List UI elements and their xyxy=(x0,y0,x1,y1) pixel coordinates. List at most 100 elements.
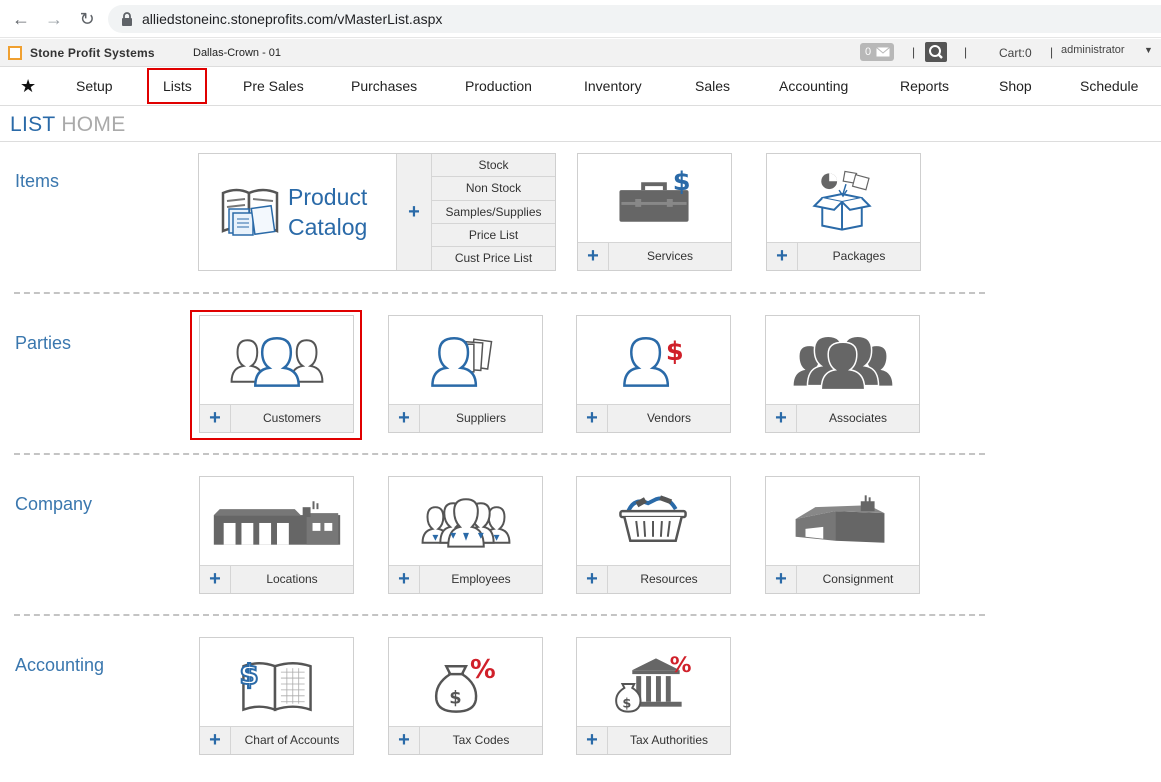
add-vendor-button[interactable]: + xyxy=(577,405,608,432)
forward-icon[interactable]: → xyxy=(43,8,65,30)
locations-label: Locations xyxy=(266,572,318,586)
tile-footer: + Resources xyxy=(577,565,730,593)
tile-footer: + Employees xyxy=(389,565,542,593)
cart-link[interactable]: Cart:0 xyxy=(999,46,1032,60)
add-supplier-button[interactable]: + xyxy=(389,405,420,432)
catalog-link-price-list[interactable]: Price List xyxy=(432,223,555,248)
catalog-link-samples-supplies[interactable]: Samples/Supplies xyxy=(432,200,555,224)
reload-icon[interactable]: ↻ xyxy=(76,8,98,30)
warehouse-icon xyxy=(795,495,885,543)
address-bar[interactable]: alliedstoneinc.stoneprofits.com/vMasterL… xyxy=(108,5,1161,33)
vendors-label: Vendors xyxy=(646,411,692,425)
building-icon xyxy=(213,501,341,545)
associates-tile[interactable]: + Associates xyxy=(765,315,920,433)
tax-authorities-tile[interactable]: $ % + Tax Authorities xyxy=(576,637,731,755)
section-parties-label: Parties xyxy=(15,333,72,353)
add-location-button[interactable]: + xyxy=(200,566,231,593)
tile-footer: + Locations xyxy=(200,565,353,593)
main-nav: ★ Setup Lists Pre Sales Purchases Produc… xyxy=(0,67,1161,106)
tile-footer: + Suppliers xyxy=(389,404,542,432)
tax-codes-label: Tax Codes xyxy=(452,733,510,747)
catalog-link-non-stock[interactable]: Non Stock xyxy=(432,177,555,201)
nav-inventory[interactable]: Inventory xyxy=(584,78,642,94)
nav-schedule[interactable]: Schedule xyxy=(1080,78,1138,94)
back-icon[interactable]: ← xyxy=(10,8,32,30)
tile-footer: + Consignment xyxy=(766,565,919,593)
separator: | xyxy=(1050,45,1054,59)
add-tax-authority-button[interactable]: + xyxy=(577,727,608,754)
suppliers-tile[interactable]: + Suppliers xyxy=(388,315,543,433)
tax-codes-tile[interactable]: $ % + Tax Codes xyxy=(388,637,543,755)
add-consignment-button[interactable]: + xyxy=(766,566,797,593)
caret-down-icon[interactable]: ▼ xyxy=(1144,45,1153,55)
nav-production[interactable]: Production xyxy=(465,78,532,94)
employees-label: Employees xyxy=(451,572,511,586)
separator: | xyxy=(964,45,968,59)
add-account-button[interactable]: + xyxy=(200,727,231,754)
user-menu[interactable]: administrator xyxy=(1061,44,1125,56)
nav-accounting[interactable]: Accounting xyxy=(779,78,848,94)
location-selector[interactable]: Dallas-Crown - 01 xyxy=(193,47,281,59)
svg-text:%: % xyxy=(670,653,692,678)
add-package-button[interactable]: + xyxy=(767,243,798,270)
tile-footer: + Tax Authorities xyxy=(577,726,730,754)
section-items-label: Items xyxy=(15,171,60,191)
catalog-links: Stock Non Stock Samples/Supplies Price L… xyxy=(432,154,555,271)
vendors-tile[interactable]: $ + Vendors xyxy=(576,315,731,433)
packages-label: Packages xyxy=(832,249,886,263)
nav-pre-sales[interactable]: Pre Sales xyxy=(243,78,304,94)
mail-button[interactable]: 0 xyxy=(860,43,894,61)
catalog-title-line2: Catalog xyxy=(288,214,368,240)
services-label: Services xyxy=(646,249,693,263)
associates-label: Associates xyxy=(828,411,888,425)
lists-highlight-box xyxy=(147,68,207,104)
add-associate-button[interactable]: + xyxy=(766,405,797,432)
product-catalog-title: Product Catalog xyxy=(288,182,367,242)
add-catalog-button[interactable]: + xyxy=(396,154,432,270)
employees-tile[interactable]: + Employees xyxy=(388,476,543,594)
tile-footer: + Associates xyxy=(766,404,919,432)
url-text: alliedstoneinc.stoneprofits.com/vMasterL… xyxy=(142,11,443,27)
tile-footer: + Packages xyxy=(767,242,920,270)
catalog-link-stock[interactable]: Stock xyxy=(432,154,555,178)
consignment-tile[interactable]: + Consignment xyxy=(765,476,920,594)
product-catalog-main[interactable]: Product Catalog xyxy=(199,154,396,270)
svg-text:%: % xyxy=(470,655,496,685)
product-catalog-tile: Product Catalog + Stock Non Stock Sample… xyxy=(198,153,556,271)
suppliers-label: Suppliers xyxy=(455,411,507,425)
chart-of-accounts-tile[interactable]: $ + Chart of Accounts xyxy=(199,637,354,755)
star-icon[interactable]: ★ xyxy=(20,76,36,97)
section-divider xyxy=(14,453,985,455)
tool-basket-icon xyxy=(619,495,687,542)
money-bag-percent-icon: $ % xyxy=(434,655,496,713)
section-company-label: Company xyxy=(15,494,93,514)
nav-sales[interactable]: Sales xyxy=(695,78,730,94)
services-tile[interactable]: $ + Services xyxy=(577,153,732,271)
logo-icon xyxy=(8,46,22,60)
nav-purchases[interactable]: Purchases xyxy=(351,78,417,94)
chart-of-accounts-label: Chart of Accounts xyxy=(244,733,340,747)
locations-tile[interactable]: + Locations xyxy=(199,476,354,594)
catalog-book-icon xyxy=(221,188,279,236)
app-header: Stone Profit Systems Dallas-Crown - 01 0… xyxy=(0,39,1161,67)
resources-tile[interactable]: + Resources xyxy=(576,476,731,594)
add-resource-button[interactable]: + xyxy=(577,566,608,593)
catalog-link-cust-price-list[interactable]: Cust Price List xyxy=(432,247,555,271)
browser-toolbar: ← → ↻ alliedstoneinc.stoneprofits.com/vM… xyxy=(0,0,1161,38)
employees-group-icon xyxy=(421,498,511,548)
packages-tile[interactable]: + Packages xyxy=(766,153,921,271)
tile-footer: + Tax Codes xyxy=(389,726,542,754)
nav-shop[interactable]: Shop xyxy=(999,78,1032,94)
nav-setup[interactable]: Setup xyxy=(76,78,113,94)
nav-reports[interactable]: Reports xyxy=(900,78,949,94)
section-divider xyxy=(14,614,985,616)
supplier-documents-icon xyxy=(431,337,493,387)
search-button[interactable] xyxy=(925,42,947,62)
mail-count: 0 xyxy=(865,46,872,58)
vendor-dollar-icon: $ xyxy=(623,337,684,387)
add-service-button[interactable]: + xyxy=(578,243,609,270)
add-employee-button[interactable]: + xyxy=(389,566,420,593)
lock-icon xyxy=(122,12,132,26)
add-tax-code-button[interactable]: + xyxy=(389,727,420,754)
section-accounting-label: Accounting xyxy=(15,655,105,675)
